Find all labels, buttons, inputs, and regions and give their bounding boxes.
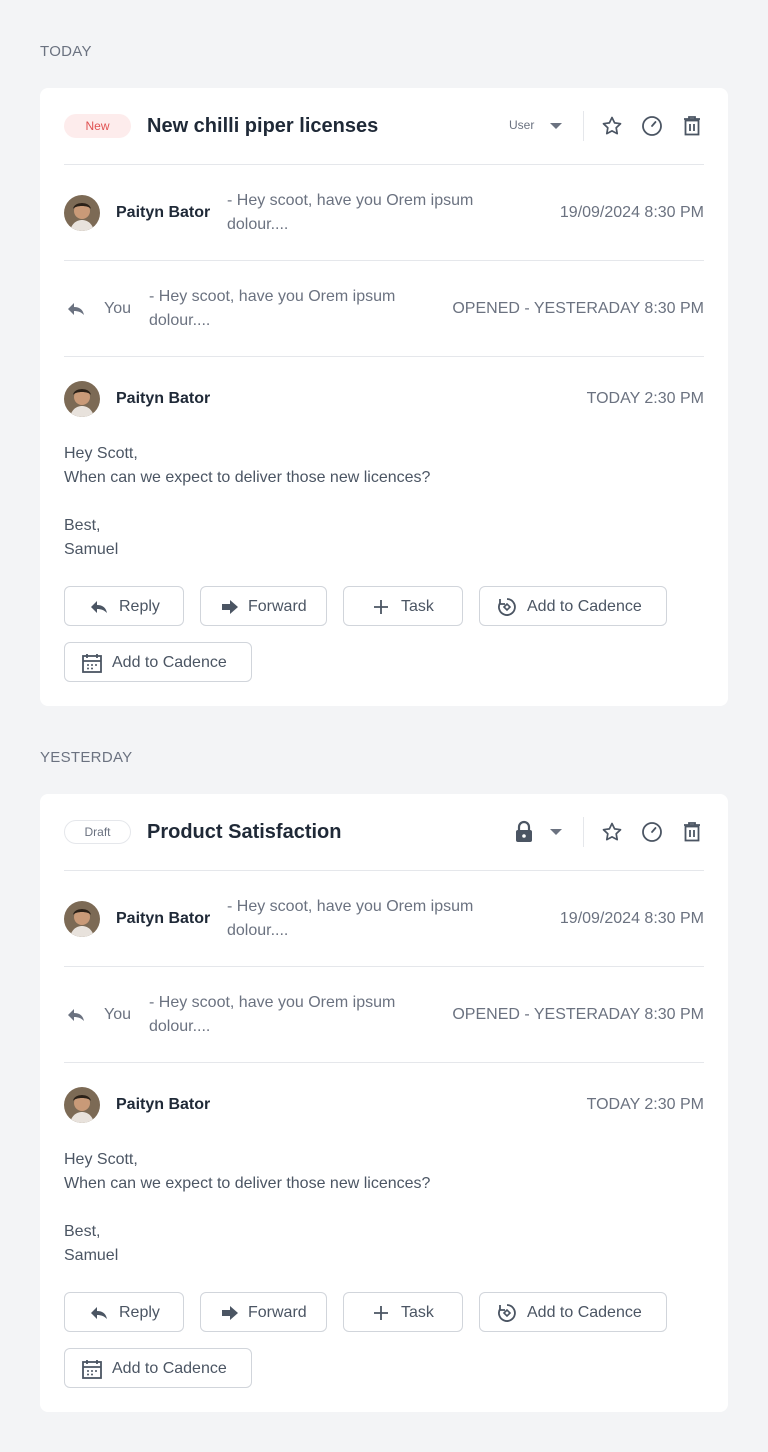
avatar — [64, 381, 100, 417]
plus-icon — [374, 600, 388, 614]
thread-header: New New chilli piper licenses User — [64, 88, 704, 165]
open-message: Paityn Bator TODAY 2:30 PM Hey Scott, Wh… — [64, 1063, 704, 1393]
trash-icon[interactable] — [680, 114, 704, 138]
status-badge: New — [64, 114, 131, 138]
list-item[interactable]: Paityn Bator - Hey scoot, have you Orem … — [64, 165, 704, 261]
thread-subject: Product Satisfaction — [147, 821, 342, 843]
forward-button[interactable]: Forward — [200, 1292, 327, 1332]
sender-name: Paityn Bator — [116, 910, 211, 927]
plus-icon — [374, 1306, 388, 1320]
list-item[interactable]: Paityn Bator - Hey scoot, have you Orem … — [64, 871, 704, 967]
sender-name: You — [104, 1006, 131, 1023]
message-preview: - Hey scoot, have you Orem ipsum dolour.… — [149, 994, 396, 1035]
reply-button[interactable]: Reply — [64, 586, 184, 626]
add-to-cadence-button[interactable]: Add to Cadence — [479, 586, 667, 626]
thread-card: New New chilli piper licenses User Paity… — [40, 88, 728, 706]
cadence-icon — [498, 1304, 516, 1322]
reply-icon — [91, 601, 107, 613]
chevron-down-icon[interactable] — [548, 827, 564, 837]
list-item[interactable]: You - Hey scoot, have you Orem ipsum dol… — [64, 967, 704, 1063]
star-icon[interactable] — [600, 114, 624, 138]
lock-icon[interactable] — [514, 820, 534, 844]
owner-dropdown-label[interactable]: User — [509, 118, 534, 132]
section-label-today: TODAY — [40, 43, 92, 60]
cadence-icon — [498, 598, 516, 616]
list-item[interactable]: You - Hey scoot, have you Orem ipsum dol… — [64, 261, 704, 357]
message-body: Hey Scott, When can we expect to deliver… — [64, 1151, 431, 1264]
header-divider — [583, 817, 584, 847]
open-message: Paityn Bator TODAY 2:30 PM Hey Scott, Wh… — [64, 357, 704, 687]
forward-icon — [222, 1306, 238, 1320]
add-to-cadence-button[interactable]: Add to Cadence — [479, 1292, 667, 1332]
timestamp: TODAY 2:30 PM — [586, 390, 704, 407]
reply-icon — [68, 1009, 84, 1021]
calendar-icon — [82, 1360, 102, 1379]
reply-button[interactable]: Reply — [64, 1292, 184, 1332]
opened-status: OPENED - YESTERADAY 8:30 PM — [452, 1006, 704, 1023]
add-to-cadence-calendar-button[interactable]: Add to Cadence — [64, 1348, 252, 1388]
clock-icon[interactable] — [640, 114, 664, 138]
message-preview: - Hey scoot, have you Orem ipsum dolour.… — [227, 898, 474, 939]
forward-button[interactable]: Forward — [200, 586, 327, 626]
timestamp: 19/09/2024 8:30 PM — [559, 204, 704, 221]
reply-icon — [91, 1307, 107, 1319]
message-body: Hey Scott, When can we expect to deliver… — [64, 445, 431, 558]
timestamp: 19/09/2024 8:30 PM — [559, 910, 704, 927]
status-badge: Draft — [64, 820, 131, 844]
calendar-icon — [82, 654, 102, 673]
sender-name: Paityn Bator — [116, 204, 211, 221]
sender-name: Paityn Bator — [116, 1096, 211, 1113]
avatar — [64, 195, 100, 231]
trash-icon[interactable] — [680, 820, 704, 844]
timestamp: TODAY 2:30 PM — [586, 1096, 704, 1113]
task-button[interactable]: Task — [343, 586, 463, 626]
thread-card: Draft Product Satisfaction Paityn Bator … — [40, 794, 728, 1412]
thread-header: Draft Product Satisfaction — [64, 794, 704, 871]
task-button[interactable]: Task — [343, 1292, 463, 1332]
section-label-yesterday: YESTERDAY — [40, 749, 133, 766]
clock-icon[interactable] — [640, 820, 664, 844]
message-preview: - Hey scoot, have you Orem ipsum dolour.… — [227, 192, 474, 233]
sender-name: You — [104, 300, 131, 317]
header-divider — [583, 111, 584, 141]
avatar — [64, 901, 100, 937]
chevron-down-icon[interactable] — [548, 121, 564, 131]
message-preview: - Hey scoot, have you Orem ipsum dolour.… — [149, 288, 396, 329]
star-icon[interactable] — [600, 820, 624, 844]
thread-subject: New chilli piper licenses — [147, 115, 379, 137]
opened-status: OPENED - YESTERADAY 8:30 PM — [452, 300, 704, 317]
reply-icon — [68, 303, 84, 315]
forward-icon — [222, 600, 238, 614]
sender-name: Paityn Bator — [116, 390, 211, 407]
avatar — [64, 1087, 100, 1123]
add-to-cadence-calendar-button[interactable]: Add to Cadence — [64, 642, 252, 682]
